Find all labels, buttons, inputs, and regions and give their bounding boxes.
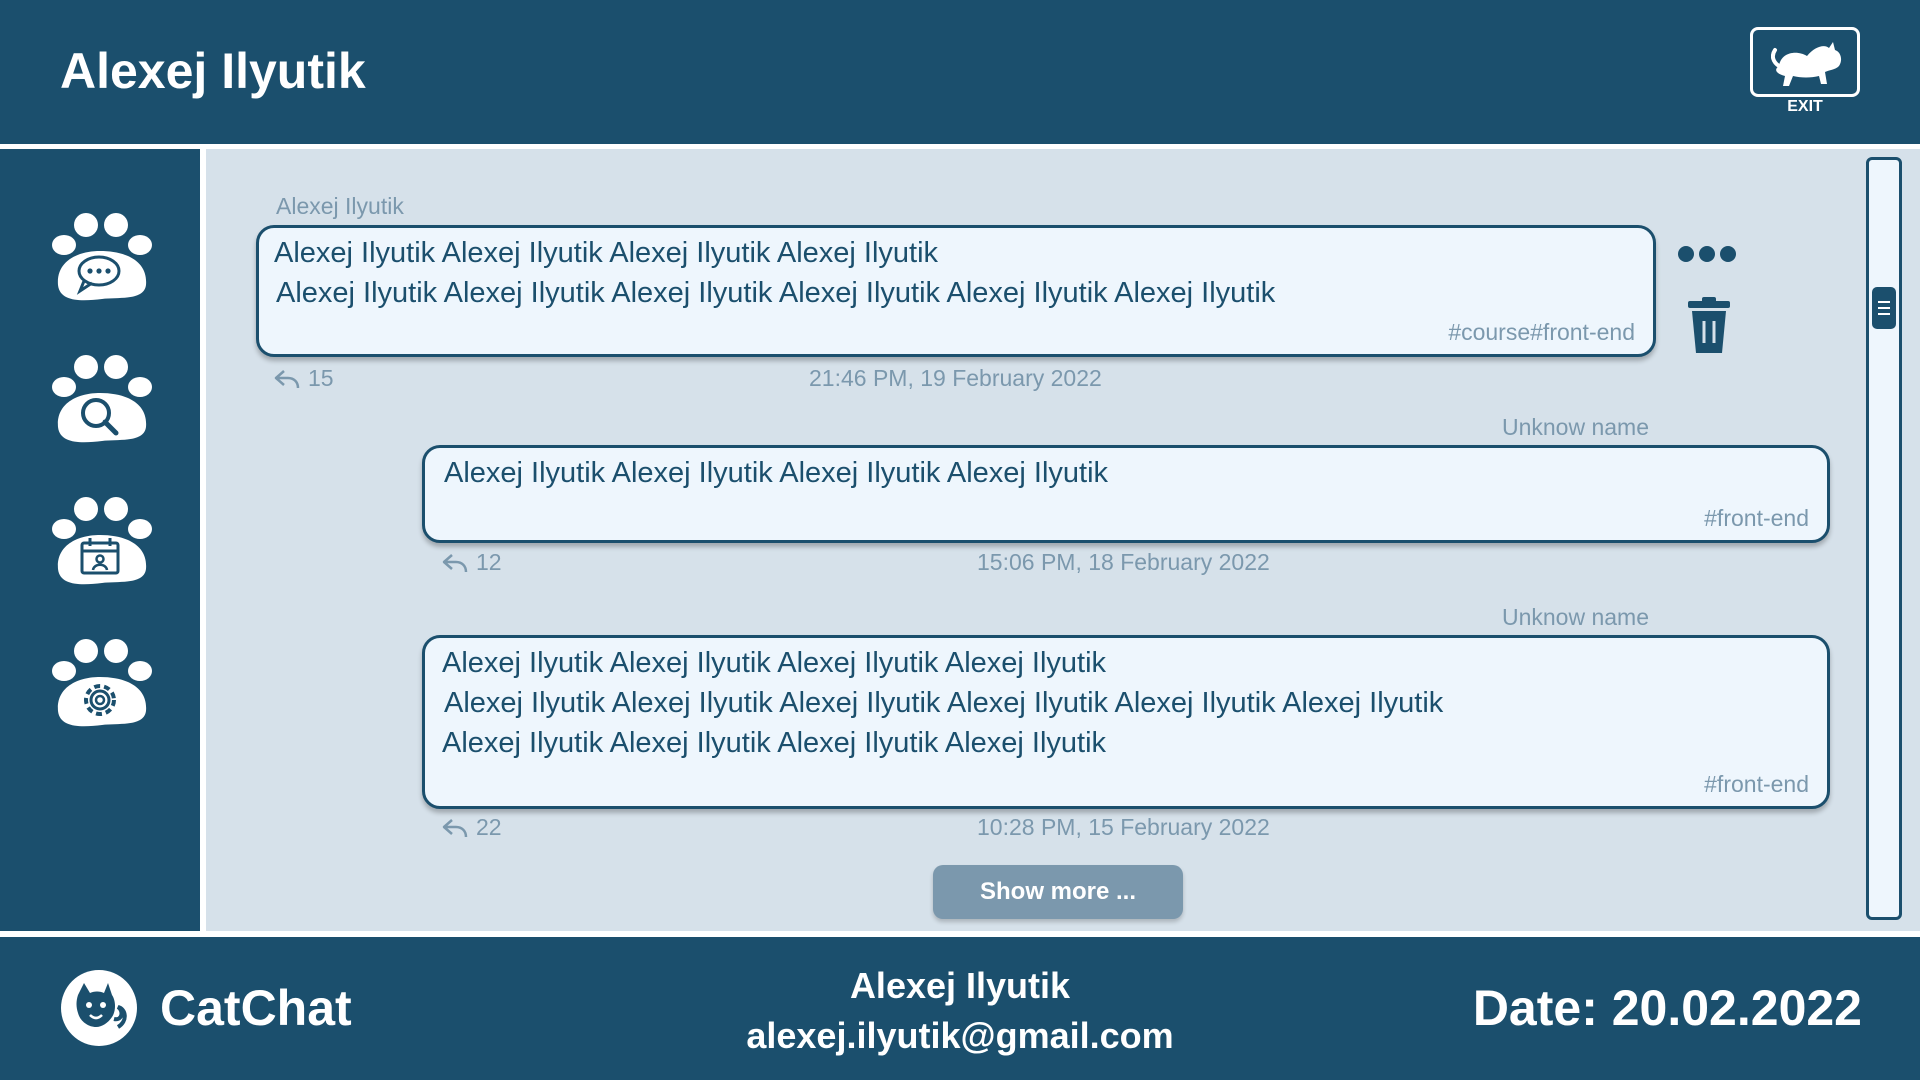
reply-count-value: 22 xyxy=(476,814,502,840)
app-footer: CatChat Alexej Ilyutik alexej.ilyutik@gm… xyxy=(0,937,1920,1080)
catchat-logo-icon xyxy=(61,970,137,1046)
exit-label: EXIT xyxy=(1787,98,1823,115)
message-timestamp: 10:28 PM, 15 February 2022 xyxy=(977,814,1270,840)
scrollbar-thumb[interactable] xyxy=(1872,287,1896,329)
exit-button[interactable] xyxy=(1750,27,1860,97)
footer-date: Date: 20.02.2022 xyxy=(1472,980,1862,1036)
reply-count-value: 15 xyxy=(308,365,334,391)
trash-icon[interactable] xyxy=(1684,297,1734,357)
message-author: Unknow name xyxy=(1501,414,1649,440)
sidebar xyxy=(0,149,200,931)
sidebar-item-search[interactable] xyxy=(48,351,158,451)
footer-user-email: alexej.ilyutik@gmail.com xyxy=(746,1015,1174,1056)
message-line: Alexej Ilyutik Alexej Ilyutik Alexej Ily… xyxy=(444,457,1109,489)
brand-name: CatChat xyxy=(160,980,352,1036)
message-author: Unknow name xyxy=(1501,604,1649,630)
message-line: Alexej Ilyutik Alexej Ilyutik Alexej Ily… xyxy=(444,687,1444,719)
message-bubble[interactable]: Alexej Ilyutik Alexej Ilyutik Alexej Ily… xyxy=(256,225,1656,357)
message-author: Alexej Ilyutik xyxy=(276,193,404,219)
sidebar-item-settings[interactable] xyxy=(48,635,158,735)
page-title: Alexej Ilyutik xyxy=(60,43,366,99)
paw-search-icon xyxy=(52,355,152,443)
show-more-button[interactable]: Show more ... xyxy=(933,865,1183,919)
message-line: Alexej Ilyutik Alexej Ilyutik Alexej Ily… xyxy=(274,237,939,269)
reply-count[interactable]: 15 xyxy=(274,365,334,392)
message-timestamp: 21:46 PM, 19 February 2022 xyxy=(809,365,1102,391)
message-bubble[interactable]: Alexej Ilyutik Alexej Ilyutik Alexej Ily… xyxy=(422,445,1830,543)
app-header: Alexej Ilyutik EXIT xyxy=(0,0,1920,144)
reply-count-value: 12 xyxy=(476,549,502,575)
reply-icon xyxy=(442,553,468,572)
paw-settings-icon xyxy=(52,639,152,727)
message-line: Alexej Ilyutik Alexej Ilyutik Alexej Ily… xyxy=(442,727,1107,759)
sidebar-item-calendar[interactable] xyxy=(48,493,158,593)
message-tags: #front-end xyxy=(1704,505,1809,531)
message-line: Alexej Ilyutik Alexej Ilyutik Alexej Ily… xyxy=(442,647,1107,679)
reply-icon xyxy=(274,369,300,388)
reply-icon xyxy=(442,818,468,837)
message-bubble[interactable]: Alexej Ilyutik Alexej Ilyutik Alexej Ily… xyxy=(422,635,1830,809)
message-line: Alexej Ilyutik Alexej Ilyutik Alexej Ily… xyxy=(276,277,1276,309)
scrollbar[interactable] xyxy=(1866,157,1902,920)
message-tags: #course#front-end xyxy=(1448,319,1635,345)
reply-count[interactable]: 22 xyxy=(442,814,502,841)
paw-chat-icon xyxy=(52,213,152,301)
sidebar-item-chat[interactable] xyxy=(48,209,158,309)
reply-count[interactable]: 12 xyxy=(442,549,502,576)
paw-calendar-icon xyxy=(52,497,152,585)
message-timestamp: 15:06 PM, 18 February 2022 xyxy=(977,549,1270,575)
cat-exit-icon xyxy=(1771,42,1842,86)
message-feed: Alexej Ilyutik Alexej Ilyutik Alexej Ily… xyxy=(206,149,1920,931)
footer-user-name: Alexej Ilyutik xyxy=(849,965,1071,1006)
more-options-icon[interactable] xyxy=(1676,239,1746,269)
message-tags: #front-end xyxy=(1704,771,1809,797)
